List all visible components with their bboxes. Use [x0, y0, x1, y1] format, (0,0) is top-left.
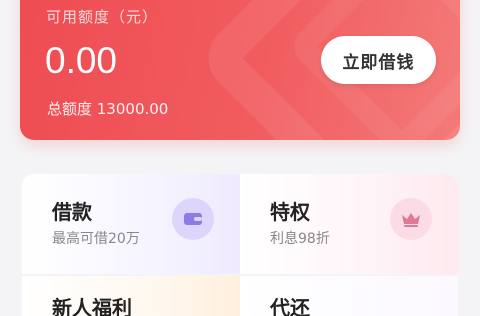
privilege-card-subtitle: 利息98折: [270, 231, 330, 247]
wallet-icon: [172, 198, 214, 240]
repay-card[interactable]: 代还: [240, 276, 458, 316]
available-limit-label: 可用额度（元）: [46, 8, 159, 26]
borrow-now-button[interactable]: 立即借钱: [321, 36, 436, 84]
loan-card-subtitle: 最高可借20万: [52, 231, 140, 247]
newcomer-benefit-title: 新人福利: [52, 296, 132, 316]
loan-card-title: 借款: [52, 200, 92, 224]
newcomer-benefit-card[interactable]: 新人福利: [22, 276, 240, 316]
credit-limit-card: 可用额度（元） 0.00 总额度 13000.00 立即借钱: [20, 0, 460, 140]
repay-card-title: 代还: [270, 296, 310, 316]
total-limit-text: 总额度 13000.00: [47, 100, 169, 118]
available-limit-amount: 0.00: [45, 40, 118, 81]
crown-icon: [390, 198, 432, 240]
loan-card[interactable]: 借款 最高可借20万: [22, 174, 240, 274]
privilege-card-title: 特权: [270, 200, 310, 224]
privilege-card[interactable]: 特权 利息98折: [240, 174, 458, 274]
